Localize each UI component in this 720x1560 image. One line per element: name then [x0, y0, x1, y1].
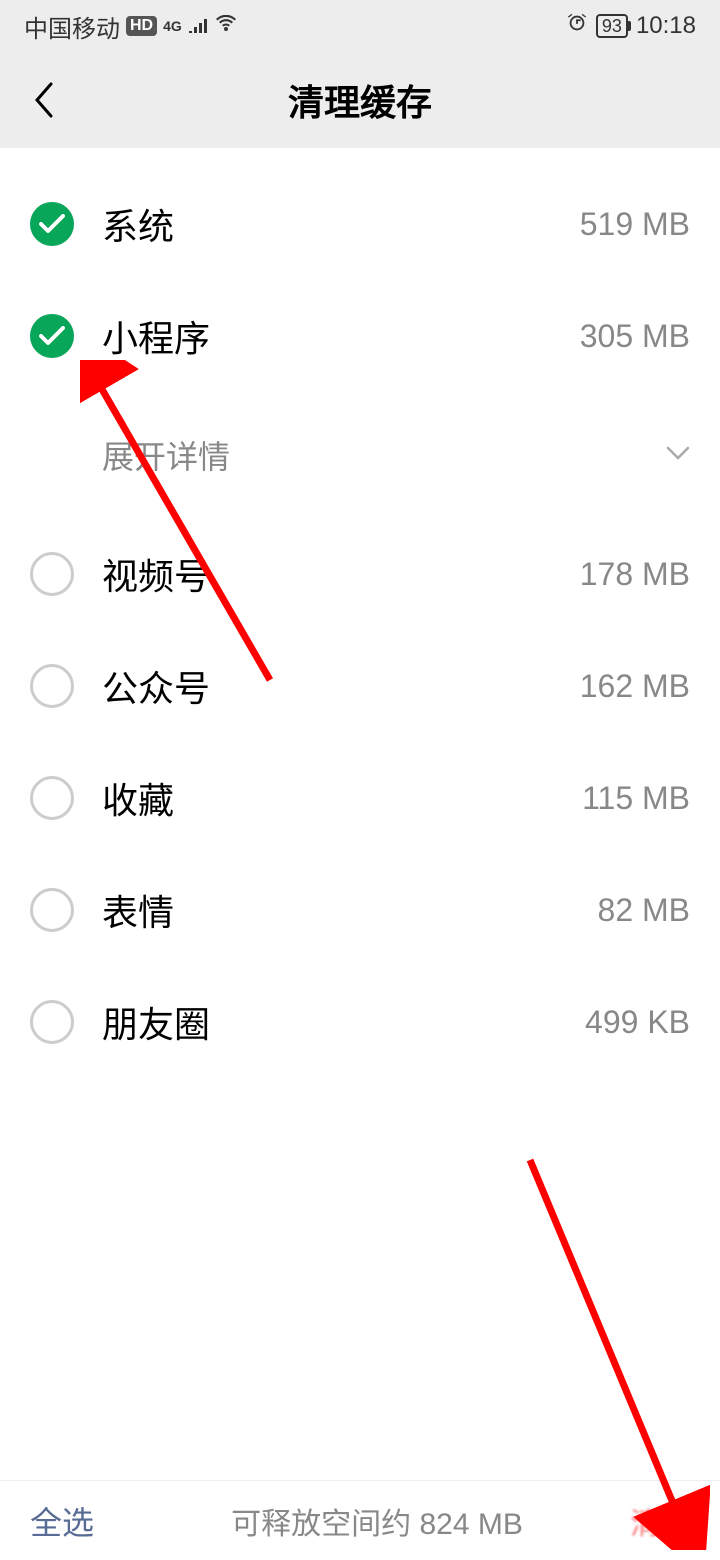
item-label: 朋友圈	[102, 996, 585, 1048]
item-size: 162 MB	[580, 668, 690, 705]
cache-item-favorites[interactable]: 收藏 115 MB	[0, 742, 720, 854]
time-label: 10:18	[636, 12, 696, 40]
expand-details[interactable]: 展开详情	[0, 392, 720, 518]
item-label: 收藏	[102, 772, 582, 824]
item-size: 519 MB	[580, 206, 690, 243]
carrier-label: 中国移动	[24, 9, 120, 44]
clear-button[interactable]: 清理	[630, 1499, 690, 1543]
checkbox-unchecked[interactable]	[30, 1000, 74, 1044]
checkbox-checked[interactable]	[30, 202, 74, 246]
network-type: 4G	[163, 18, 182, 34]
item-label: 系统	[102, 198, 580, 250]
check-icon	[39, 214, 65, 234]
cache-list: 系统 519 MB 小程序 305 MB 展开详情 视频号 178 MB 公众号…	[0, 148, 720, 1078]
check-icon	[39, 326, 65, 346]
expand-label: 展开详情	[102, 432, 666, 478]
checkbox-unchecked[interactable]	[30, 664, 74, 708]
item-size: 305 MB	[580, 318, 690, 355]
item-size: 178 MB	[580, 556, 690, 593]
cache-item-moments[interactable]: 朋友圈 499 KB	[0, 966, 720, 1078]
cache-item-system[interactable]: 系统 519 MB	[0, 168, 720, 280]
item-label: 小程序	[102, 310, 580, 362]
status-left: 中国移动 HD 4G	[24, 9, 238, 44]
item-label: 视频号	[102, 548, 580, 600]
freeable-space-label: 可释放空间约 824 MB	[124, 1499, 630, 1543]
checkbox-unchecked[interactable]	[30, 888, 74, 932]
page-title: 清理缓存	[0, 74, 720, 126]
item-label: 公众号	[102, 660, 580, 712]
alarm-icon	[566, 12, 588, 41]
checkbox-checked[interactable]	[30, 314, 74, 358]
item-label: 表情	[102, 884, 598, 936]
item-size: 499 KB	[585, 1004, 690, 1041]
cache-item-official[interactable]: 公众号 162 MB	[0, 630, 720, 742]
cache-item-miniprogram[interactable]: 小程序 305 MB	[0, 280, 720, 392]
battery-level: 93	[602, 16, 622, 36]
signal-icon	[188, 12, 208, 40]
cache-item-stickers[interactable]: 表情 82 MB	[0, 854, 720, 966]
chevron-left-icon	[33, 82, 55, 118]
page-header: 清理缓存	[0, 52, 720, 148]
back-button[interactable]	[24, 80, 64, 120]
status-right: 93 10:18	[566, 12, 696, 41]
chevron-down-icon	[666, 446, 690, 465]
battery-icon: 93	[596, 14, 628, 38]
checkbox-unchecked[interactable]	[30, 776, 74, 820]
select-all-button[interactable]: 全选	[30, 1498, 94, 1544]
status-bar: 中国移动 HD 4G 93 10:18	[0, 0, 720, 52]
checkbox-unchecked[interactable]	[30, 552, 74, 596]
item-size: 82 MB	[598, 892, 690, 929]
wifi-icon	[214, 12, 238, 40]
bottom-bar: 全选 可释放空间约 824 MB 清理	[0, 1480, 720, 1560]
hd-icon: HD	[126, 16, 157, 36]
item-size: 115 MB	[582, 780, 690, 817]
cache-item-channels[interactable]: 视频号 178 MB	[0, 518, 720, 630]
